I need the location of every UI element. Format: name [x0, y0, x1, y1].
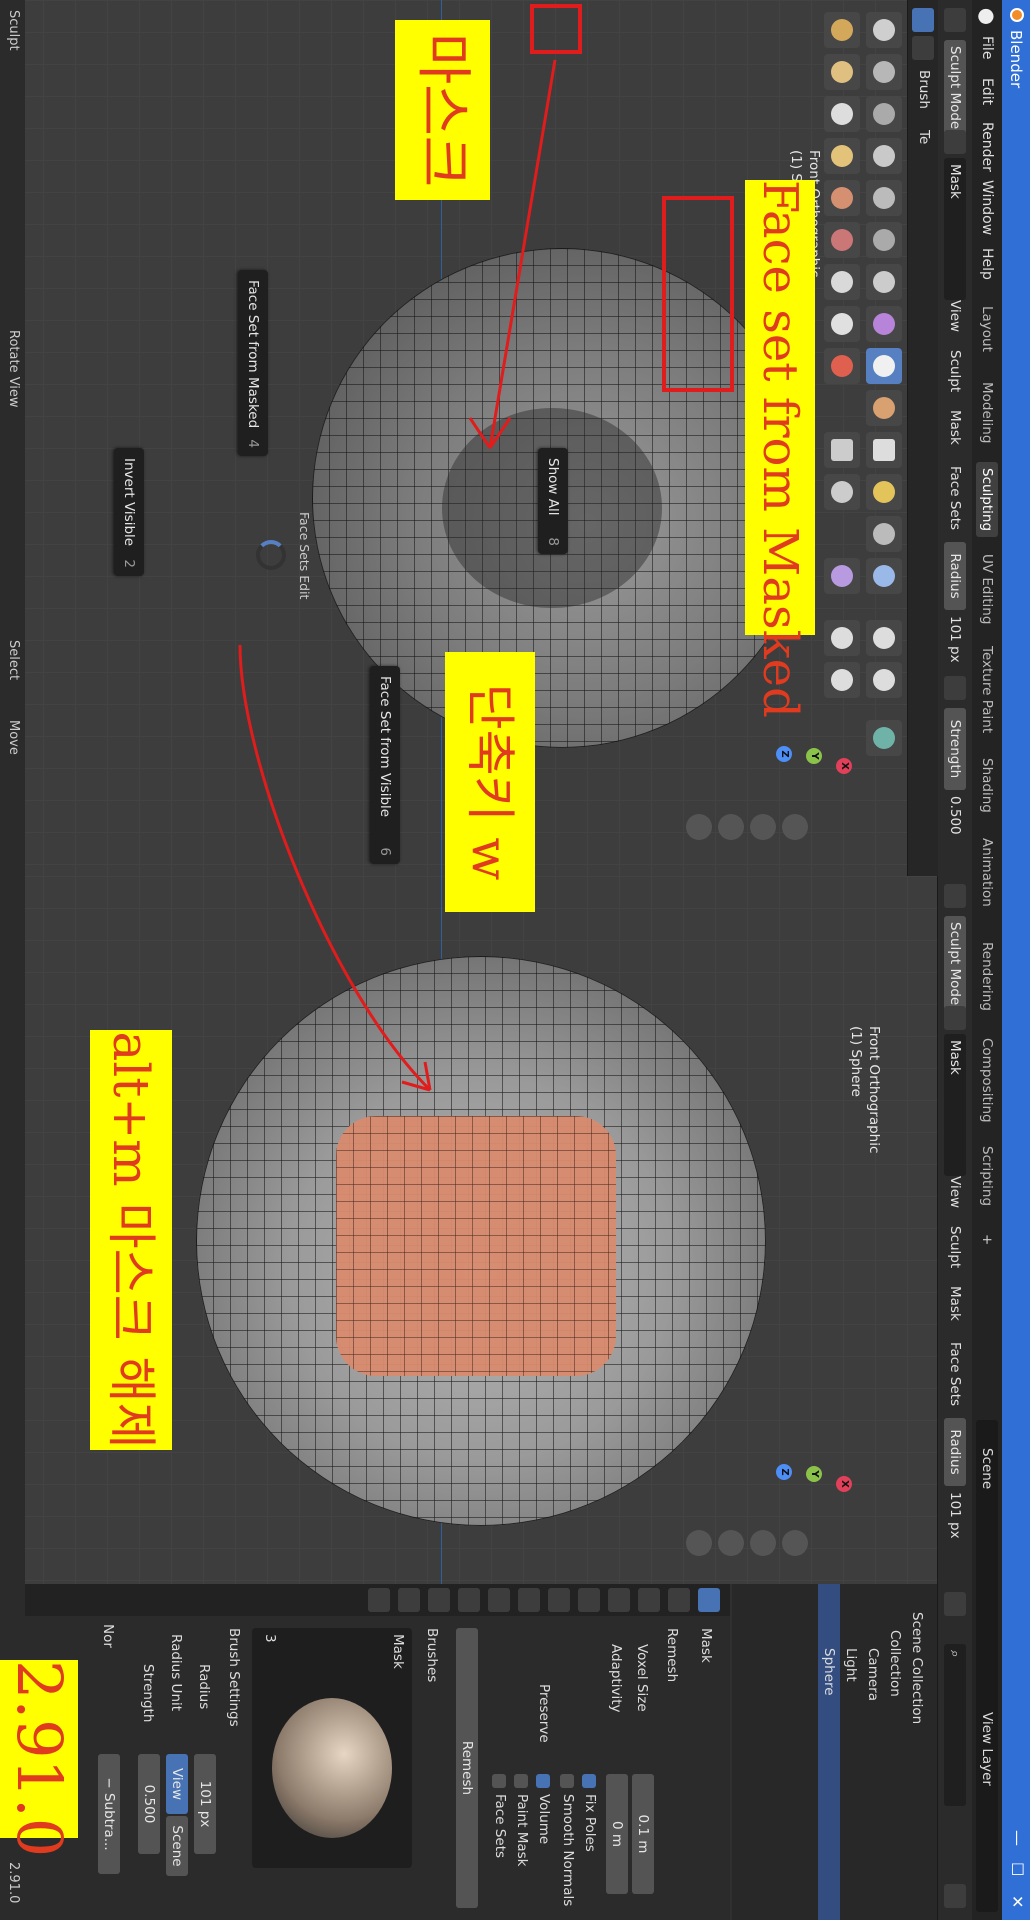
arrow-mask-to-sphere: [488, 59, 557, 449]
arrow-face-set-to-result: [238, 644, 432, 1092]
annotation-arrows: [238, 59, 557, 1092]
blender-window: Blender — ☐ ✕ ⬤ File Edit Render Window …: [0, 0, 1030, 1920]
